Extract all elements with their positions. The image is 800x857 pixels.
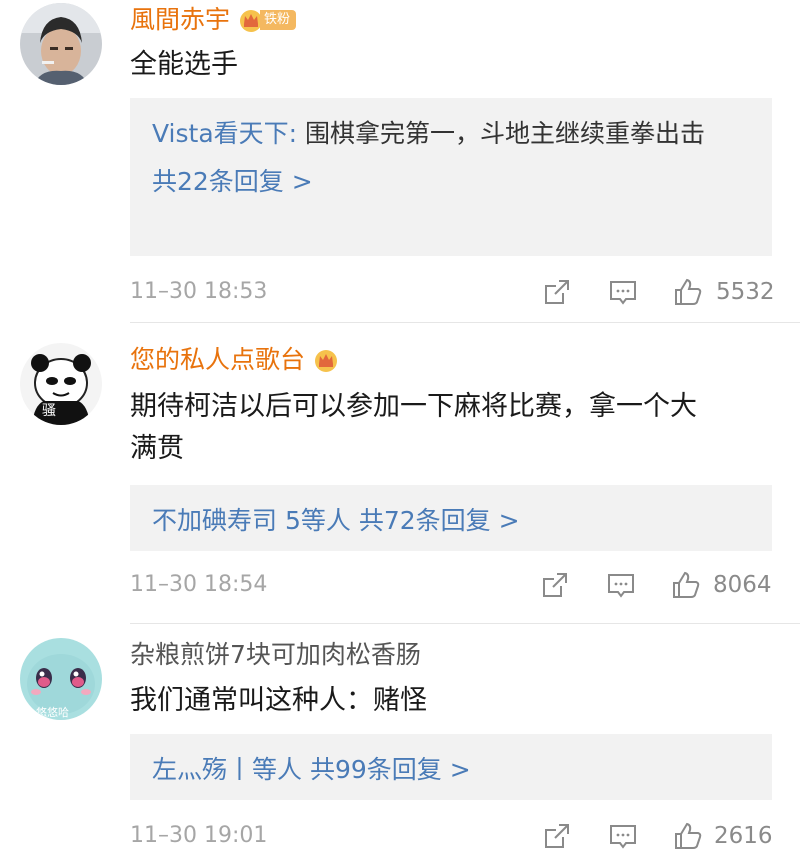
avatar-text: 悠悠哈 — [36, 705, 69, 719]
comment-text-line: 期待柯洁以后可以参加一下麻将比赛，拿一个大 — [130, 391, 697, 422]
avatar[interactable] — [20, 3, 102, 85]
thumbs-up-icon[interactable] — [670, 569, 702, 601]
crown-icon — [315, 350, 338, 372]
reply-text: 围棋拿完第一，斗地主继续重拳出击 — [297, 119, 706, 148]
reply-preview[interactable]: Vista看天下: 围棋拿完第一，斗地主继续重拳出击 共22条回复 > — [130, 98, 772, 256]
like-count: 8064 — [713, 572, 772, 598]
comment-item: 悠悠哈 杂粮煎饼7块可加肉松香肠 我们通常叫这种人：赌怪 左灬殇丨等人 共99条… — [0, 624, 800, 857]
vip-badge — [313, 347, 339, 373]
comment-footer: 11–30 18:54 8064 — [130, 565, 772, 605]
share-icon[interactable] — [539, 569, 571, 601]
comment-footer: 11–30 19:01 2616 — [130, 816, 773, 856]
comment-icon[interactable] — [605, 569, 637, 601]
like-count: 2616 — [714, 823, 773, 849]
username[interactable]: 杂粮煎饼7块可加肉松香肠 — [130, 638, 421, 672]
comment-item: 風間赤宇 铁粉 全能选手 Vista看天下: 围棋拿完第一，斗地主继续重拳出击 … — [0, 0, 800, 322]
more-replies-link[interactable]: 共99条回复 > — [310, 755, 471, 784]
comment-text-line: 满贯 — [130, 433, 184, 464]
username[interactable]: 您的私人点歌台 — [130, 343, 339, 377]
reply-author[interactable]: 不加碘寿司 — [152, 506, 277, 535]
reply-line: Vista看天下: 围棋拿完第一，斗地主继续重拳出击 — [152, 112, 750, 156]
reply-participants: 等人 — [252, 755, 310, 784]
reply-author[interactable]: 左灬殇丨 — [152, 755, 252, 784]
comment-text: 我们通常叫这种人：赌怪 — [130, 685, 427, 716]
avatar-text: 骚 — [42, 403, 56, 419]
username-text[interactable]: 風間赤宇 — [130, 3, 230, 37]
comment-item: 骚 您的私人点歌台 期待柯洁以后可以参加一下麻将比赛，拿一个大 满贯 不加碘寿司… — [0, 323, 800, 623]
share-icon[interactable] — [541, 276, 573, 308]
reply-line: 不加碘寿司 5等人 共72条回复 > — [152, 499, 750, 543]
comment-footer: 11–30 18:53 5532 — [130, 272, 775, 312]
fan-badge: 铁粉 — [238, 7, 297, 33]
username-text[interactable]: 杂粮煎饼7块可加肉松香肠 — [130, 638, 421, 672]
reply-preview[interactable]: 左灬殇丨等人 共99条回复 > — [130, 734, 772, 800]
user-photo-icon — [20, 3, 102, 85]
fan-badge-label: 铁粉 — [260, 10, 297, 30]
reply-line: 左灬殇丨等人 共99条回复 > — [152, 748, 750, 792]
timestamp: 11–30 18:53 — [130, 279, 268, 304]
like-count: 5532 — [716, 279, 775, 305]
comment-text: 期待柯洁以后可以参加一下麻将比赛，拿一个大 满贯 — [130, 386, 770, 470]
avatar[interactable]: 骚 — [20, 343, 102, 425]
username[interactable]: 風間赤宇 铁粉 — [130, 3, 297, 37]
avatar[interactable]: 悠悠哈 — [20, 638, 102, 720]
thumbs-up-icon[interactable] — [672, 820, 704, 852]
share-icon[interactable] — [541, 820, 573, 852]
thumbs-up-icon[interactable] — [672, 276, 704, 308]
more-replies-link[interactable]: 共22条回复 > — [152, 160, 750, 204]
panda-meme-icon: 骚 — [20, 343, 102, 425]
reply-preview[interactable]: 不加碘寿司 5等人 共72条回复 > — [130, 485, 772, 551]
comment-icon[interactable] — [607, 820, 639, 852]
timestamp: 11–30 18:54 — [130, 572, 268, 597]
comment-text: 全能选手 — [130, 49, 238, 80]
username-text[interactable]: 您的私人点歌台 — [130, 343, 305, 377]
more-replies-link[interactable]: 共72条回复 > — [359, 506, 520, 535]
squirtle-icon: 悠悠哈 — [20, 638, 102, 720]
reply-participants: 5等人 — [277, 506, 359, 535]
timestamp: 11–30 19:01 — [130, 823, 268, 848]
reply-author[interactable]: Vista看天下: — [152, 119, 297, 148]
comment-icon[interactable] — [607, 276, 639, 308]
